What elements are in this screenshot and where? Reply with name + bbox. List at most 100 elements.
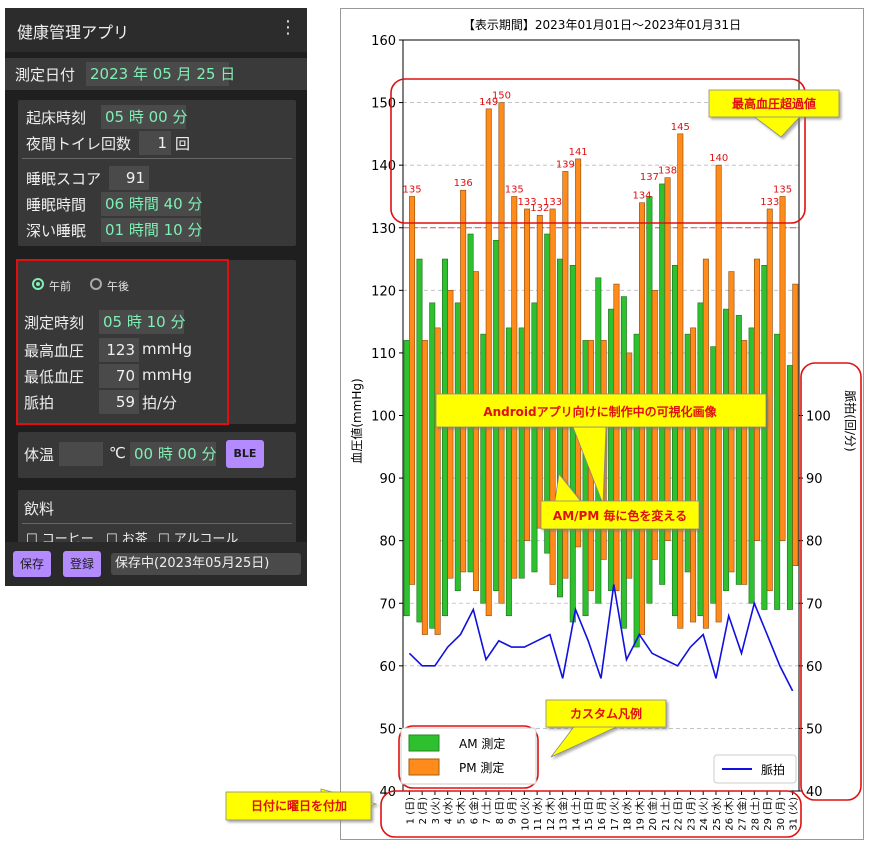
callout-ampm-text: AM/PM 毎に色を変える (553, 508, 687, 523)
bar-am (684, 333, 691, 573)
temp-unit: ℃ (109, 444, 126, 462)
y-tick-label: 160 (371, 34, 396, 49)
phone-app: 健康管理アプリ ⋮ 測定日付 2023 年 05 月 25 日 起床時刻 05 … (5, 8, 307, 586)
bar-pm (447, 290, 454, 579)
sleep-card: 起床時刻 05 時 00 分 夜間トイレ回数 1 回 睡眠スコア 91 睡眠時間… (18, 100, 296, 246)
bar-am (505, 327, 512, 617)
x-tick-label: 27 (金) (736, 797, 749, 831)
app-bar: 健康管理アプリ ⋮ (5, 8, 307, 52)
y2-tick-label: 90 (806, 472, 823, 487)
toilet-count-field[interactable]: 1 (139, 131, 171, 155)
x-tick-label: 29 (日) (763, 797, 774, 831)
y-axis-label: 血圧値(mmHg) (349, 378, 364, 463)
pulse-legend: 脈拍 (713, 754, 797, 784)
bar-am (480, 333, 487, 604)
y-tick-label: 130 (371, 222, 396, 237)
y2-tick-label: 100 (806, 410, 831, 425)
register-button[interactable]: 登録 (63, 551, 101, 577)
x-tick-label: 21 (土) (659, 797, 672, 831)
callout-android-text: Androidアプリ向けに制作中の可視化画像 (483, 404, 717, 419)
bar-am (633, 333, 640, 648)
data-label-pm: 145 (671, 122, 690, 133)
x-tick-label: 3 (火) (430, 797, 442, 824)
bar-pm (536, 214, 543, 529)
y2-tick-label: 50 (806, 722, 823, 737)
y-tick-label: 60 (379, 660, 396, 675)
divider (22, 158, 292, 159)
bar-am (697, 302, 704, 617)
save-button[interactable]: 保存 (13, 551, 51, 577)
bar-pm (702, 258, 709, 629)
toilet-label: 夜間トイレ回数 (26, 135, 132, 153)
sleep-score-field[interactable]: 91 (109, 166, 149, 190)
x-tick-label: 18 (水) (622, 797, 634, 831)
x-tick-label: 13 (金) (557, 797, 570, 831)
x-tick-label: 30 (月) (775, 797, 787, 831)
duration-label: 睡眠時間 (26, 196, 87, 214)
bar-pm (421, 340, 428, 635)
overflow-menu-icon[interactable]: ⋮ (279, 17, 297, 38)
data-label-pm: 141 (569, 147, 588, 158)
bar-pm (792, 283, 799, 567)
date-value[interactable]: 2023 年 05 月 25 日 (86, 62, 235, 86)
y-tick-label: 150 (371, 97, 396, 112)
bar-am (761, 264, 768, 610)
bar-pm (779, 196, 786, 541)
bar-am (518, 327, 525, 579)
sleep-duration-field[interactable]: 06 時間 40 分 (101, 192, 202, 216)
deep-label: 深い睡眠 (26, 222, 87, 240)
callout-legend-pointer (550, 723, 624, 758)
x-tick-label: 9 (月) (507, 797, 519, 824)
drink-card: 飲料 ☐ コーヒー ☐ お茶 ☐ アルコール (18, 490, 296, 550)
legend-am-label: AM 測定 (459, 736, 505, 751)
data-label-pm: 136 (454, 178, 473, 189)
legend-am-swatch (408, 734, 440, 752)
bar-am (416, 258, 423, 623)
temp-time-field[interactable]: 00 時 00 分 (130, 442, 216, 466)
callout-weekday-text: 日付に曜日を付加 (251, 798, 347, 813)
x-tick-label: 31 (火) (788, 797, 800, 831)
bar-am (454, 302, 461, 592)
x-tick-label: 23 (月) (685, 797, 697, 831)
x-tick-label: 14 (土) (569, 797, 582, 831)
x-tick-label: 24 (火) (698, 797, 710, 831)
bar-pm (677, 133, 684, 629)
bar-am (723, 308, 730, 592)
x-tick-label: 1 (日) (405, 797, 416, 824)
save-status: 保存中(2023年05月25日) (111, 553, 301, 575)
bar-am (671, 264, 678, 617)
deep-sleep-field[interactable]: 01 時間 10 分 (101, 218, 202, 242)
y-tick-label: 110 (371, 347, 396, 362)
x-tick-label: 17 (火) (609, 797, 621, 831)
divider (22, 523, 292, 524)
legend-pm-swatch (408, 758, 440, 776)
y-tick-label: 100 (371, 410, 396, 425)
bar-am (403, 340, 410, 617)
bar-pm (460, 189, 467, 573)
bar-pm (511, 196, 518, 579)
bar-am (710, 346, 717, 604)
bar-pm (626, 352, 633, 579)
chart-title: 【表示期間】2023年01月01日～2023年01月31日 (463, 18, 741, 32)
data-label-pm: 133 (543, 197, 562, 208)
data-label-pm: 138 (658, 166, 677, 177)
x-tick-label: 28 (土) (748, 797, 761, 831)
wake-time-field[interactable]: 05 時 00 分 (101, 105, 187, 129)
x-tick-label: 7 (土) (480, 797, 493, 824)
date-row: 測定日付 2023 年 05 月 25 日 (5, 58, 307, 90)
temp-label: 体温 (24, 446, 55, 464)
bar-am (748, 327, 755, 604)
bar-pm (766, 208, 773, 592)
bar-am (608, 308, 615, 592)
bp-chart-panel: 40 50 60 70 80 90 100 110 120 130 140 150 160 40 50 60 7… (225, 8, 864, 840)
bar-am (786, 365, 793, 610)
bottom-bar: 保存 登録 保存中(2023年05月25日) (5, 542, 307, 586)
temp-field[interactable] (59, 442, 103, 466)
custom-legend: AM 測定 PM 測定 (400, 727, 537, 785)
ble-button[interactable]: BLE (226, 440, 264, 468)
x-tick-label: 16 (月) (596, 797, 608, 831)
x-tick-label: 26 (木) (724, 797, 736, 831)
bar-pm (613, 283, 620, 592)
x-tick-label: 2 (月) (417, 797, 429, 824)
bar-pm (664, 177, 671, 541)
